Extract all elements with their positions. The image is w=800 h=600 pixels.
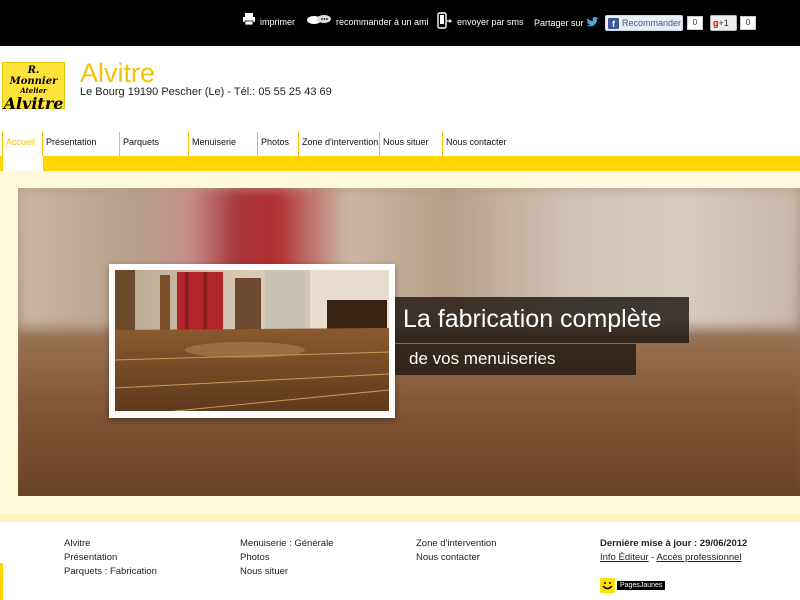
nav-item-parquets[interactable]: Parquets xyxy=(119,132,159,156)
footer-info: Dernière mise à jour : 29/06/2012 Info É… xyxy=(600,537,747,565)
footer-link-parquets[interactable]: Parquets : Fabrication xyxy=(64,565,157,579)
twitter-button[interactable] xyxy=(585,16,600,31)
footer-link-alvitre[interactable]: Alvitre xyxy=(64,537,157,551)
nav-item-zone-intervention[interactable]: Zone d'intervention xyxy=(298,132,378,156)
google-plus-label: +1 xyxy=(718,18,729,28)
logo-line-3: Alvitre xyxy=(3,94,64,113)
nav-yellow-band xyxy=(0,156,800,171)
footer-link-menuiserie[interactable]: Menuiserie : Générale xyxy=(240,537,333,551)
info-editor-link[interactable]: Info Éditeur xyxy=(600,552,649,563)
footer-separator: - xyxy=(651,552,655,563)
left-yellow-edge xyxy=(0,563,3,600)
nav-item-nous-situer[interactable]: Nous situer xyxy=(379,132,429,156)
pagesjaunes-badge[interactable]: PagesJaunes xyxy=(600,578,666,593)
print-label: imprimer xyxy=(260,17,295,27)
nav-item-presentation[interactable]: Présentation xyxy=(42,132,97,156)
nav-item-menuiserie[interactable]: Menuiserie xyxy=(188,132,236,156)
pagesjaunes-label: PagesJaunes xyxy=(617,581,666,590)
facebook-label: Recommander xyxy=(622,18,682,28)
footer-column-3: Zone d'intervention Nous contacter xyxy=(416,537,497,565)
active-tab-notch xyxy=(3,156,43,171)
pagesjaunes-smiley-icon xyxy=(600,578,615,593)
logo-line-1: R. Monnier xyxy=(9,65,58,87)
recommend-link[interactable]: recommander à un ami xyxy=(306,12,429,27)
google-plus-button[interactable]: g+1 xyxy=(710,15,737,31)
speech-bubbles-icon xyxy=(307,15,331,24)
google-plus-count: 0 xyxy=(740,16,756,30)
mobile-phone-icon xyxy=(437,12,453,29)
sms-label: envoyer par sms xyxy=(457,17,524,27)
footer-column-1: Alvitre Présentation Parquets : Fabricat… xyxy=(64,537,157,579)
footer-column-2: Menuiserie : Générale Photos Nous situer xyxy=(240,537,333,579)
site-logo[interactable]: R. Monnier Atelier Alvitre xyxy=(2,62,65,113)
footer-link-photos[interactable]: Photos xyxy=(240,551,333,565)
facebook-icon: f xyxy=(608,17,619,29)
sms-link[interactable]: envoyer par sms xyxy=(437,12,524,30)
footer-link-nous-contacter[interactable]: Nous contacter xyxy=(416,551,497,565)
facebook-recommend-button[interactable]: f Recommander xyxy=(605,15,683,31)
twitter-bird-icon xyxy=(586,16,599,27)
banner-caption-line-2: de vos menuiseries xyxy=(395,344,636,375)
site-address: Le Bourg 19190 Pescher (Le) - Tél.: 05 5… xyxy=(80,86,332,98)
footer-link-nous-situer[interactable]: Nous situer xyxy=(240,565,333,579)
nav-item-nous-contacter[interactable]: Nous contacter xyxy=(442,132,507,156)
site-title: Alvitre xyxy=(80,58,156,88)
nav-item-accueil[interactable]: Accueil xyxy=(2,132,35,156)
facebook-count: 0 xyxy=(687,16,703,30)
recommend-label: recommander à un ami xyxy=(336,17,429,27)
nav-item-photos[interactable]: Photos xyxy=(257,132,289,156)
last-update-text: Dernière mise à jour : 29/06/2012 xyxy=(600,538,748,549)
wooden-floor-room-image xyxy=(115,270,389,411)
share-label: Partager sur xyxy=(534,18,584,28)
banner-caption-line-1: La fabrication complète xyxy=(395,297,689,343)
pro-access-link[interactable]: Accès professionnel xyxy=(657,552,742,563)
footer-link-zone-intervention[interactable]: Zone d'intervention xyxy=(416,537,497,551)
footer: Alvitre Présentation Parquets : Fabricat… xyxy=(0,522,800,600)
printer-icon xyxy=(243,13,255,26)
top-bar: imprimer recommander à un ami envoyer pa… xyxy=(0,0,800,46)
hero-photo xyxy=(109,264,395,418)
main-nav: Accueil Présentation Parquets Menuiserie… xyxy=(0,132,800,156)
footer-link-presentation[interactable]: Présentation xyxy=(64,551,157,565)
print-link[interactable]: imprimer xyxy=(242,12,295,27)
content-bottom-border xyxy=(0,514,800,522)
